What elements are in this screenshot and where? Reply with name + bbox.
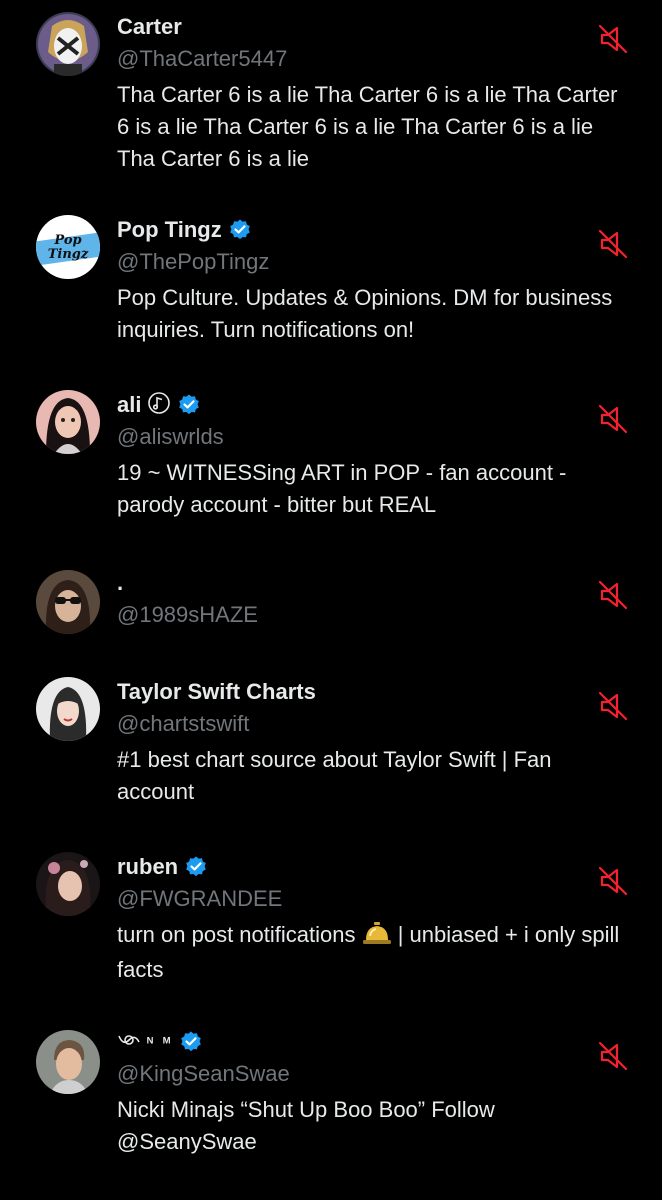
svg-text:Tingz: Tingz xyxy=(48,247,89,262)
svg-text:Pop: Pop xyxy=(53,233,81,248)
username[interactable]: @chartstswift xyxy=(117,708,632,740)
avatar[interactable] xyxy=(36,1030,100,1094)
bellhop-bell-icon xyxy=(362,921,392,954)
avatar[interactable] xyxy=(36,12,100,76)
muted-speaker-icon[interactable] xyxy=(598,866,628,896)
bio: Pop Culture. Updates & Opinions. DM for … xyxy=(117,285,613,342)
muted-speaker-icon[interactable] xyxy=(598,229,628,259)
username[interactable]: @1989sHAZE xyxy=(117,599,632,631)
bio: turn on post notifications | unbiased + … xyxy=(117,919,632,986)
display-name[interactable]: ruben xyxy=(117,854,178,880)
verified-badge-icon xyxy=(184,855,208,879)
muted-speaker-icon[interactable] xyxy=(598,1041,628,1071)
username[interactable]: @aliswrlds xyxy=(117,421,632,453)
bio: Nicki Minajs “Shut Up Boo Boo” Follow @S… xyxy=(117,1097,495,1154)
avatar[interactable] xyxy=(36,390,100,454)
verified-badge-icon xyxy=(228,218,252,242)
username[interactable]: @ThePopTingz xyxy=(117,246,632,278)
musical-note-icon xyxy=(147,391,171,420)
avatar[interactable] xyxy=(36,570,100,634)
display-name[interactable]: Carter xyxy=(117,14,182,40)
display-name[interactable]: ᴺ ᴹ xyxy=(147,1034,173,1050)
muted-speaker-icon[interactable] xyxy=(598,580,628,610)
avatar[interactable] xyxy=(36,852,100,916)
username[interactable]: @FWGRANDEE xyxy=(117,883,632,915)
display-name[interactable]: Pop Tingz xyxy=(117,217,222,243)
verified-badge-icon xyxy=(179,1030,203,1054)
verified-badge-icon xyxy=(177,393,201,417)
bio-text: turn on post notifications xyxy=(117,922,362,947)
avatar[interactable]: Pop Tingz xyxy=(36,215,100,279)
muted-speaker-icon[interactable] xyxy=(598,404,628,434)
loop-icon xyxy=(117,1030,141,1055)
bio: Tha Carter 6 is a lie Tha Carter 6 is a … xyxy=(117,82,618,171)
muted-speaker-icon[interactable] xyxy=(598,691,628,721)
display-name[interactable]: ali xyxy=(117,392,141,418)
display-name[interactable]: Taylor Swift Charts xyxy=(117,679,316,705)
bio: 19 ~ WITNESSing ART in POP - fan account… xyxy=(117,460,567,517)
username[interactable]: @KingSeanSwae xyxy=(117,1058,632,1090)
muted-speaker-icon[interactable] xyxy=(598,24,628,54)
display-name[interactable]: . xyxy=(117,570,123,596)
username[interactable]: @ThaCarter5447 xyxy=(117,43,632,75)
bio: #1 best chart source about Taylor Swift … xyxy=(117,747,552,804)
avatar[interactable] xyxy=(36,677,100,741)
